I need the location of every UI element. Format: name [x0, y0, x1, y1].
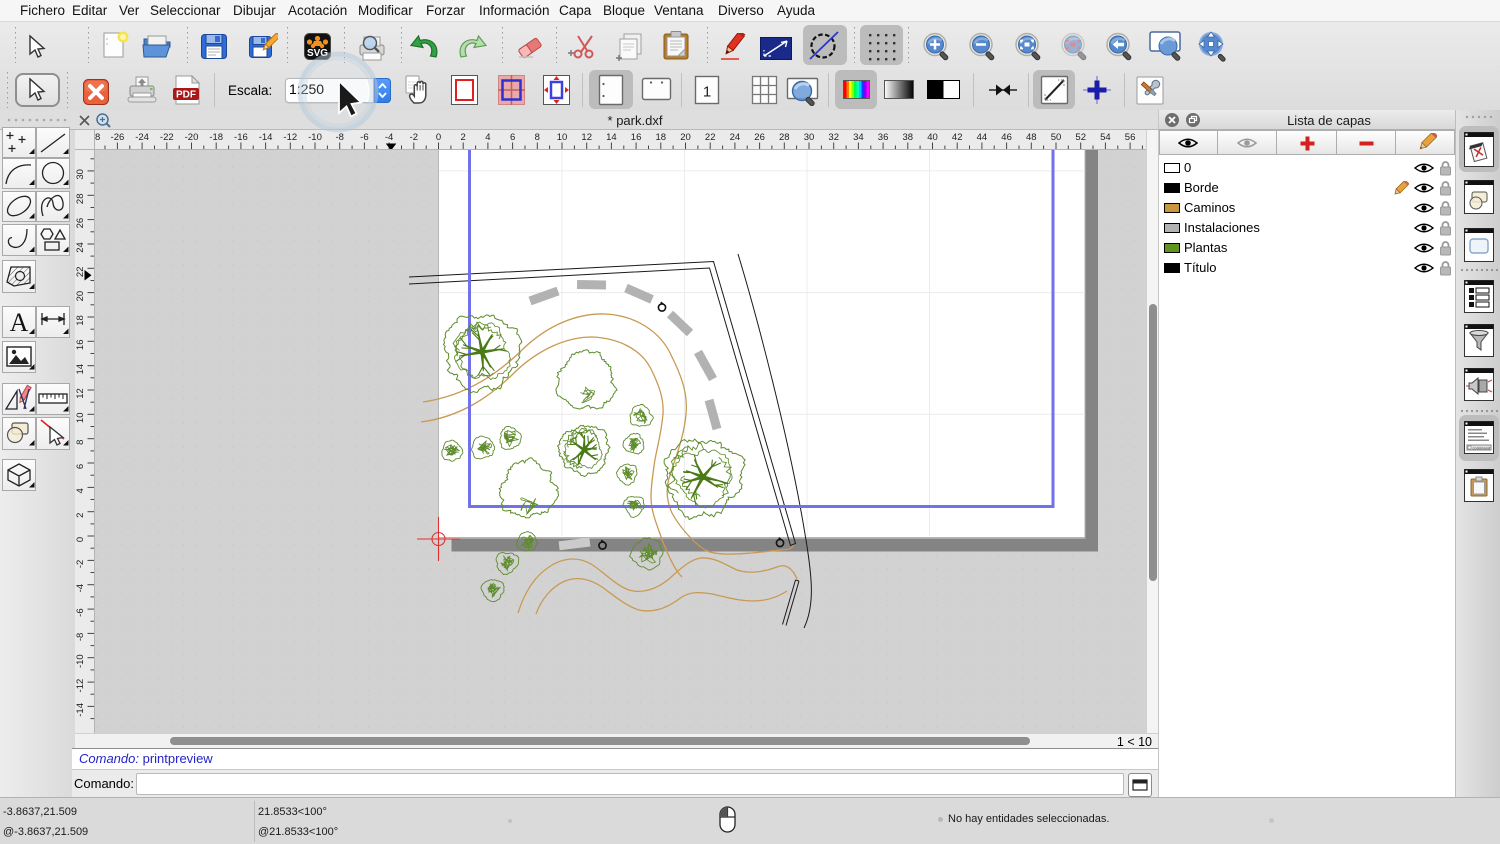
svg-text:0: 0 [75, 537, 86, 542]
svg-text:16: 16 [631, 132, 642, 143]
svg-text:0: 0 [436, 132, 441, 143]
svg-text:24: 24 [730, 132, 741, 143]
svg-text:-22: -22 [160, 132, 174, 143]
svg-text:8: 8 [75, 440, 86, 445]
svg-text:-14: -14 [259, 132, 273, 143]
svg-text:56: 56 [1125, 132, 1136, 143]
svg-text:18: 18 [75, 315, 86, 326]
svg-text:20: 20 [680, 132, 691, 143]
svg-text:14: 14 [606, 132, 617, 143]
svg-text:-2: -2 [75, 560, 86, 568]
svg-text:4: 4 [75, 488, 86, 493]
svg-text:48: 48 [1026, 132, 1037, 143]
svg-text:12: 12 [75, 388, 86, 399]
svg-text:-24: -24 [135, 132, 149, 143]
svg-text:A: A [10, 308, 29, 337]
svg-text:18: 18 [656, 132, 667, 143]
svg-text:-14: -14 [75, 703, 86, 717]
svg-text:-20: -20 [185, 132, 199, 143]
svg-text:-4: -4 [75, 584, 86, 592]
svg-text:-18: -18 [209, 132, 223, 143]
svg-text:10: 10 [75, 413, 86, 424]
svg-text:46: 46 [1001, 132, 1012, 143]
svg-text:28: 28 [779, 132, 790, 143]
svg-text:24: 24 [75, 242, 86, 253]
svg-text:-8: -8 [75, 633, 86, 641]
svg-text:command: command [1473, 445, 1491, 450]
svg-text:36: 36 [878, 132, 889, 143]
svg-text:22: 22 [75, 267, 86, 278]
svg-text:8: 8 [535, 132, 540, 143]
svg-text:4: 4 [485, 132, 490, 143]
svg-text:12: 12 [581, 132, 592, 143]
svg-text:16: 16 [75, 340, 86, 351]
svg-text:10: 10 [557, 132, 568, 143]
svg-text:PDF: PDF [176, 90, 196, 101]
svg-text:26: 26 [75, 218, 86, 229]
svg-text:2: 2 [461, 132, 466, 143]
svg-text:38: 38 [903, 132, 914, 143]
svg-text:6: 6 [510, 132, 515, 143]
svg-text:-26: -26 [111, 132, 125, 143]
svg-text:26: 26 [754, 132, 765, 143]
svg-text:14: 14 [75, 364, 86, 375]
svg-text:1: 1 [703, 84, 711, 101]
svg-text:20: 20 [75, 291, 86, 302]
svg-text:-16: -16 [234, 132, 248, 143]
svg-text:2: 2 [75, 513, 86, 518]
svg-text:40: 40 [927, 132, 938, 143]
svg-text:-2: -2 [410, 132, 418, 143]
svg-text:-6: -6 [75, 608, 86, 616]
svg-text:34: 34 [853, 132, 864, 143]
svg-text:30: 30 [75, 169, 86, 180]
svg-text:52: 52 [1075, 132, 1086, 143]
svg-text:28: 28 [75, 194, 86, 205]
svg-text:54: 54 [1100, 132, 1111, 143]
svg-text:30: 30 [804, 132, 815, 143]
svg-text:22: 22 [705, 132, 716, 143]
svg-text:6: 6 [75, 464, 86, 469]
svg-text:42: 42 [952, 132, 963, 143]
svg-text:-4: -4 [385, 132, 393, 143]
svg-text:-10: -10 [75, 654, 86, 668]
svg-text:32: 32 [828, 132, 839, 143]
svg-text:44: 44 [977, 132, 988, 143]
svg-text:50: 50 [1051, 132, 1062, 143]
svg-text:-12: -12 [75, 679, 86, 693]
